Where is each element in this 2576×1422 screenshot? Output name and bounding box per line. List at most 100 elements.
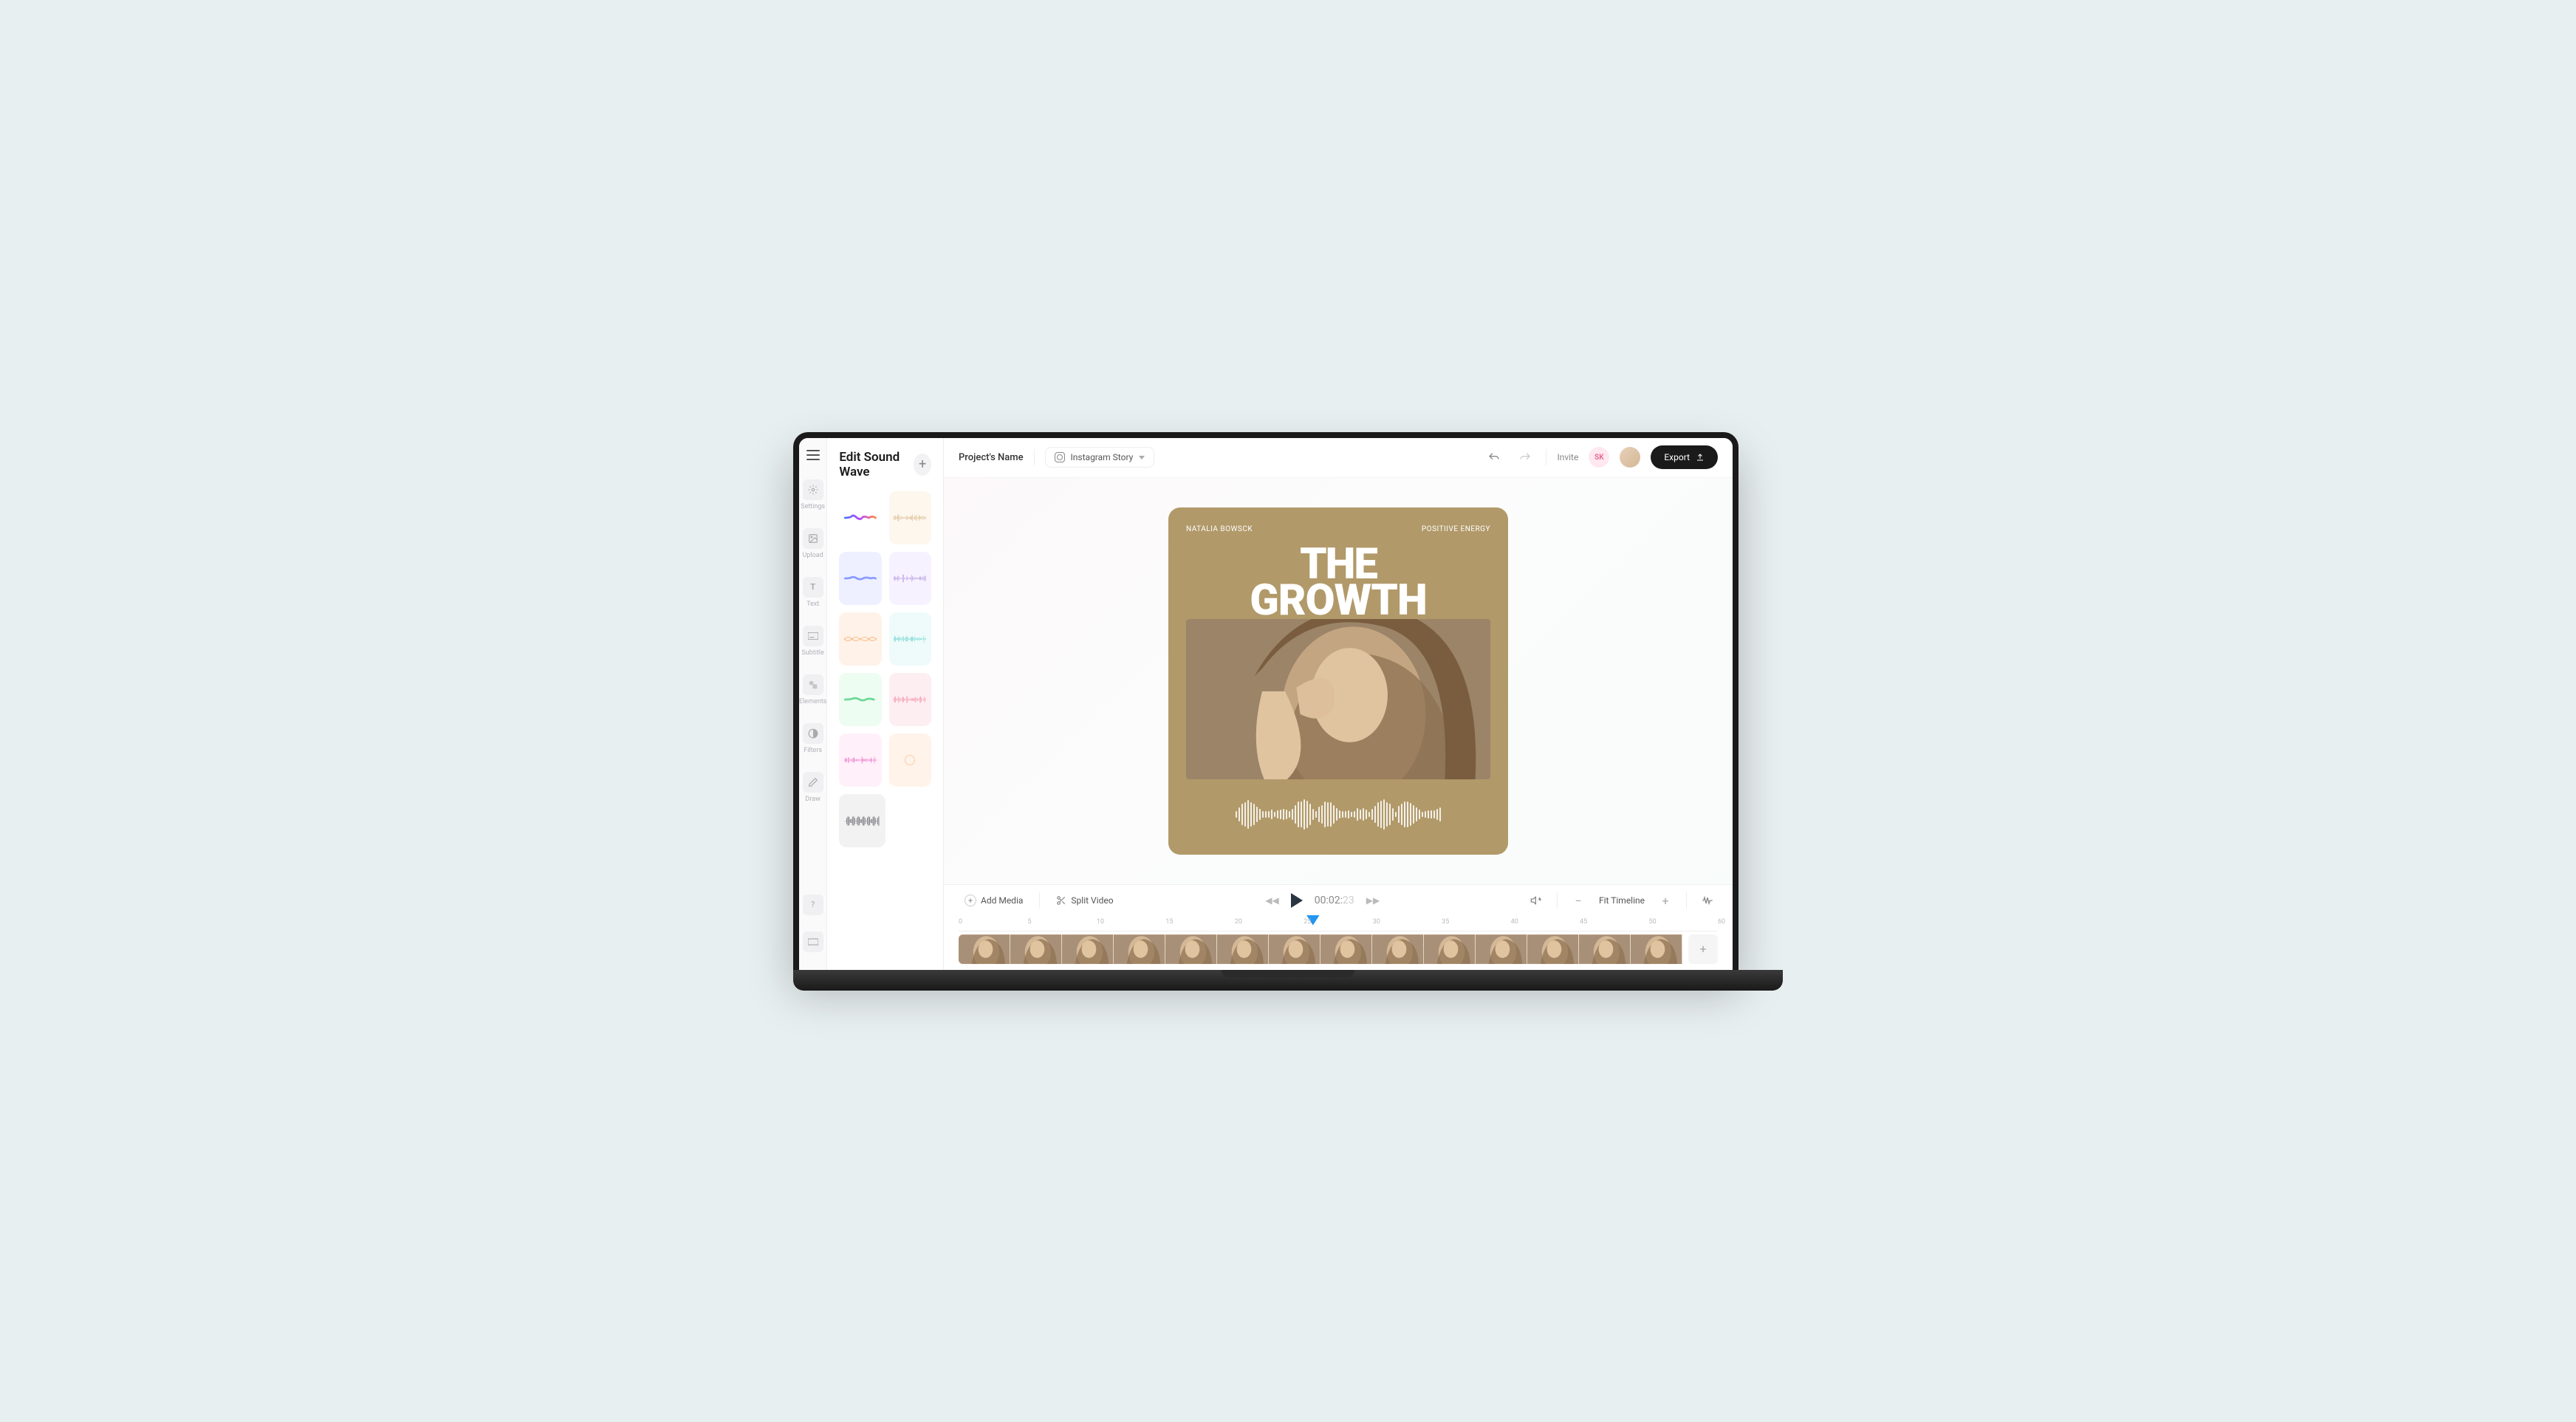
invite-label[interactable]: Invite: [1557, 452, 1578, 462]
topbar: Project's Name Instagram Story Invite SK…: [944, 438, 1733, 478]
wave-style-card[interactable]: [839, 794, 885, 847]
skip-forward-button[interactable]: ▶▶: [1366, 895, 1380, 906]
scissors-icon: [1056, 895, 1066, 906]
rail-subtitle[interactable]: Subtitle: [799, 618, 826, 664]
time-suffix: 23: [1343, 895, 1354, 906]
skip-back-button[interactable]: ◀◀: [1265, 895, 1278, 906]
rail-draw[interactable]: Draw: [799, 765, 826, 810]
upload-icon: [1696, 453, 1705, 462]
ruler-tick: 40: [1511, 918, 1518, 926]
rail-label: Draw: [805, 796, 820, 803]
undo-button[interactable]: [1484, 447, 1504, 468]
timeline-frame[interactable]: [1579, 934, 1631, 964]
ruler-tick: 35: [1442, 918, 1449, 926]
rail-help[interactable]: ?: [799, 887, 826, 926]
ruler-tick: 5: [1027, 918, 1031, 926]
timeline-toolbar: + Add Media Split Video ◀◀ 00:02:23 ▶▶: [944, 884, 1733, 917]
rail-settings[interactable]: Settings: [799, 472, 826, 518]
user-avatar[interactable]: [1620, 447, 1640, 468]
keyboard-icon: [803, 932, 823, 952]
rail-elements[interactable]: Elements: [799, 667, 826, 713]
project-name[interactable]: Project's Name: [959, 452, 1024, 463]
chevron-down-icon: [1139, 456, 1145, 459]
wave-style-card[interactable]: [839, 673, 881, 726]
ruler-tick: 60: [1718, 918, 1725, 926]
format-dropdown[interactable]: Instagram Story: [1045, 447, 1155, 468]
rail-label: Elements: [799, 698, 826, 705]
rail-upload[interactable]: Upload: [799, 521, 826, 567]
add-media-label: Add Media: [981, 895, 1023, 906]
add-wave-button[interactable]: +: [914, 454, 931, 476]
timeline-frame[interactable]: [1062, 934, 1114, 964]
add-frame-button[interactable]: +: [1688, 934, 1718, 964]
timeline-frame[interactable]: [1372, 934, 1424, 964]
volume-button[interactable]: [1526, 890, 1546, 911]
image-icon: [803, 528, 823, 549]
ruler-tick: 25: [1304, 918, 1311, 926]
timeline-frame[interactable]: [1527, 934, 1579, 964]
pencil-icon: [803, 772, 823, 793]
canvas-area[interactable]: NATALIA BOWSCK POSITIIVE ENERGY THE GROW…: [944, 478, 1733, 884]
canvas-card[interactable]: NATALIA BOWSCK POSITIIVE ENERGY THE GROW…: [1168, 507, 1508, 855]
export-label: Export: [1664, 452, 1690, 462]
wave-style-card[interactable]: [889, 552, 931, 605]
divider: [1034, 449, 1035, 465]
playback-controls: ◀◀ 00:02:23 ▶▶: [1265, 893, 1380, 908]
rail-keyboard[interactable]: [799, 929, 826, 958]
redo-button[interactable]: [1515, 447, 1535, 468]
wave-style-card[interactable]: [839, 734, 881, 787]
timeline-frame[interactable]: [1631, 934, 1682, 964]
instagram-icon: [1055, 452, 1065, 462]
rail-filters[interactable]: Filters: [799, 716, 826, 762]
wave-style-card[interactable]: [839, 491, 881, 544]
add-media-button[interactable]: + Add Media: [959, 891, 1029, 910]
card-tag: POSITIIVE ENERGY: [1422, 525, 1490, 533]
card-photo: [1186, 619, 1490, 779]
format-label: Instagram Story: [1071, 452, 1134, 462]
waveform-toggle-button[interactable]: [1697, 890, 1718, 911]
timeline-frame[interactable]: [959, 934, 1010, 964]
text-icon: T: [803, 577, 823, 598]
timeline-frame[interactable]: [1165, 934, 1217, 964]
rail-label: Subtitle: [801, 649, 823, 657]
card-title: THE GROWTH: [1186, 547, 1490, 620]
wave-panel: Edit Sound Wave +: [827, 438, 944, 970]
split-video-button[interactable]: Split Video: [1050, 892, 1119, 909]
gear-icon: [803, 479, 823, 500]
fit-timeline-label[interactable]: Fit Timeline: [1599, 895, 1645, 906]
timeline-frame[interactable]: [1114, 934, 1165, 964]
wave-style-card[interactable]: [839, 552, 881, 605]
timeline-frame[interactable]: [1010, 934, 1062, 964]
rail-label: Settings: [801, 503, 825, 510]
wave-style-card[interactable]: [839, 612, 881, 666]
menu-icon[interactable]: [806, 450, 820, 460]
zoom-in-button[interactable]: +: [1655, 890, 1676, 911]
card-author: NATALIA BOWSCK: [1186, 525, 1253, 533]
timeline-frame[interactable]: [1476, 934, 1527, 964]
zoom-out-button[interactable]: −: [1568, 890, 1589, 911]
divider: [1039, 892, 1040, 909]
timeline-frame[interactable]: [1217, 934, 1269, 964]
panel-title: Edit Sound Wave: [839, 450, 914, 479]
divider: [1557, 892, 1558, 909]
timeline-ruler[interactable]: 0510152025303540455060: [944, 917, 1733, 932]
rail-text[interactable]: T Text: [799, 570, 826, 615]
wave-style-card[interactable]: [889, 734, 931, 787]
divider: [1686, 892, 1687, 909]
timeline-frame[interactable]: [1320, 934, 1372, 964]
frames-row: +: [944, 932, 1733, 970]
split-label: Split Video: [1071, 895, 1113, 906]
export-button[interactable]: Export: [1651, 445, 1718, 469]
card-waveform: [1186, 793, 1490, 837]
wave-style-card[interactable]: [889, 491, 931, 544]
wave-style-card[interactable]: [889, 673, 931, 726]
ruler-tick: 45: [1580, 918, 1587, 926]
play-button[interactable]: [1291, 893, 1303, 908]
timeline-frame[interactable]: [1269, 934, 1320, 964]
collaborator-avatar[interactable]: SK: [1589, 447, 1609, 468]
wave-style-card[interactable]: [889, 612, 931, 666]
contrast-icon: [803, 723, 823, 744]
subtitle-icon: [803, 626, 823, 646]
timeline-frame[interactable]: [1424, 934, 1476, 964]
rail-label: Text: [806, 601, 819, 608]
